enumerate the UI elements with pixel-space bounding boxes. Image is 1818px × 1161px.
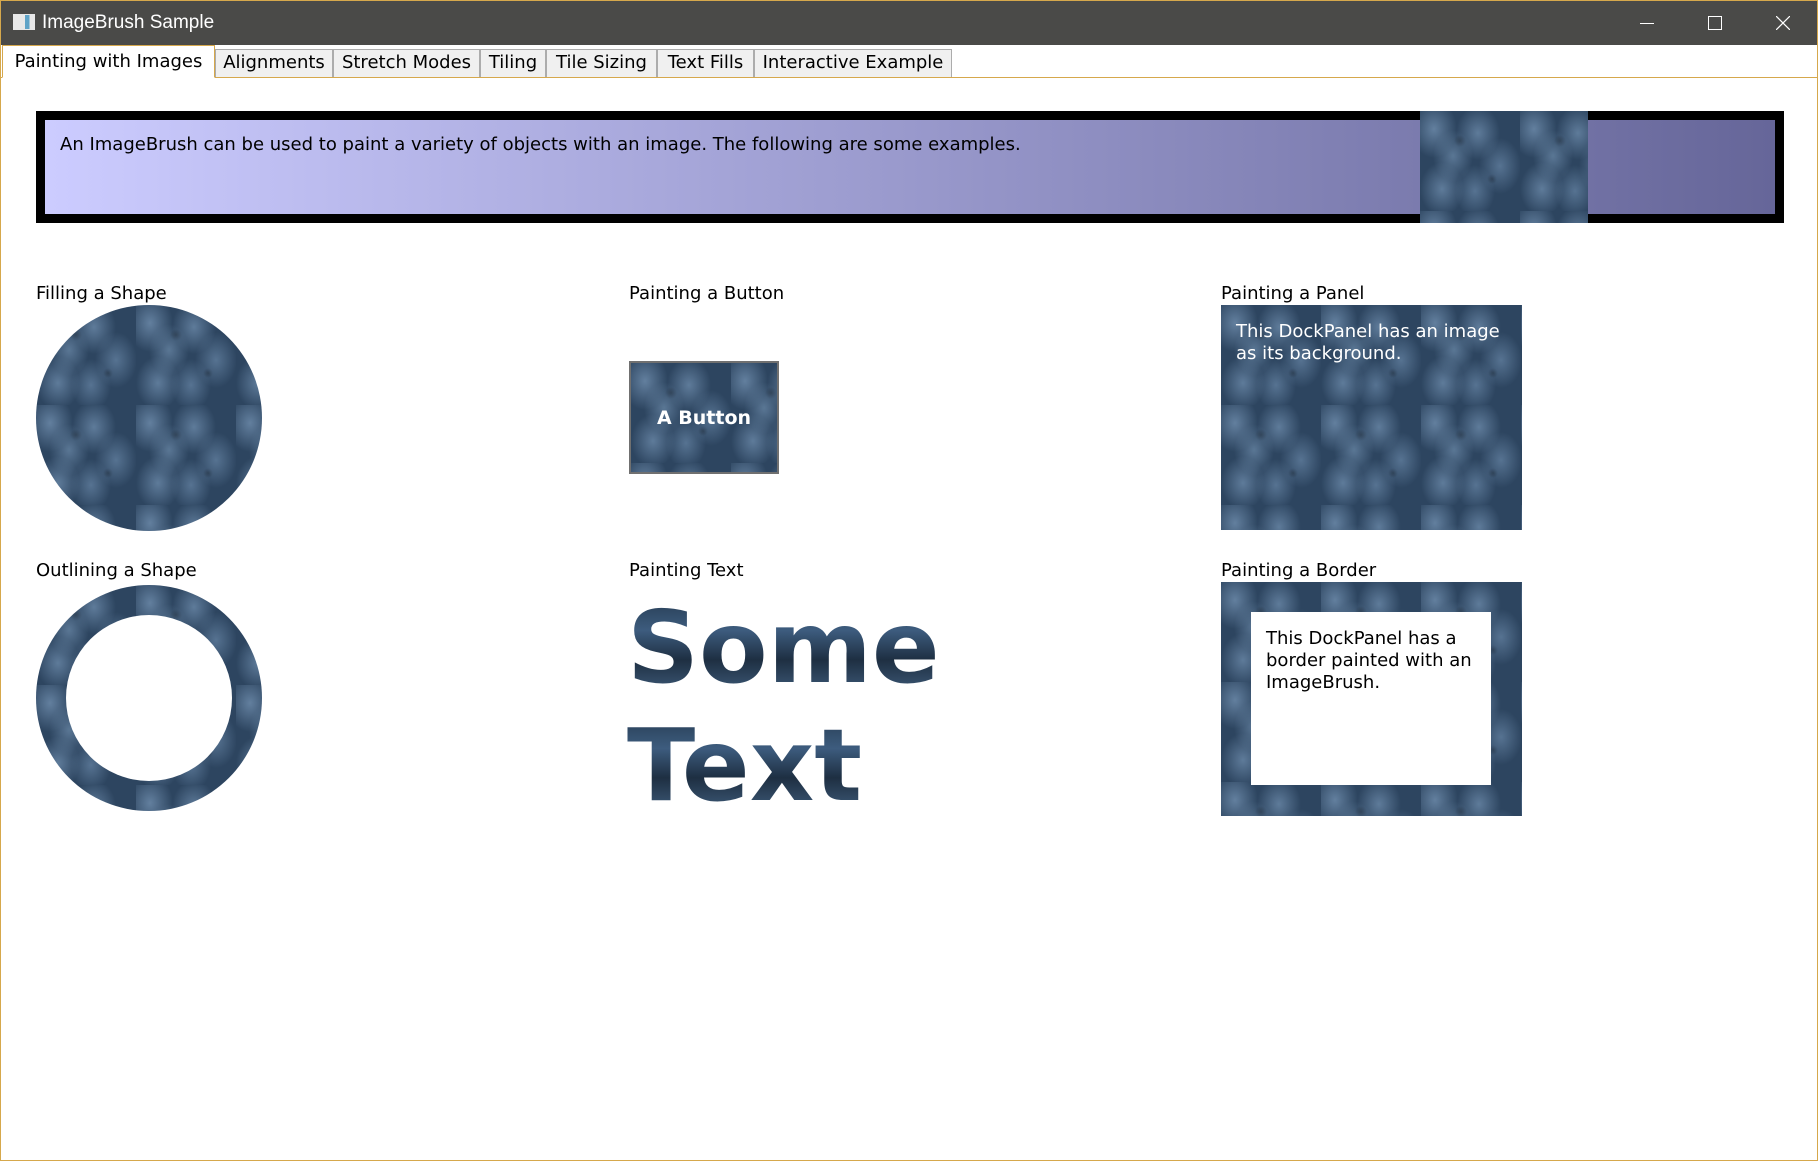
app-window: ImageBrush Sample Painting with Images A… [0,0,1818,1161]
painting-button-label: Painting a Button [629,283,785,304]
tab-text-fills[interactable]: Text Fills [657,49,754,77]
painting-text-label: Painting Text [629,560,744,581]
title-bar[interactable]: ImageBrush Sample [1,1,1817,45]
maximize-button[interactable] [1681,1,1749,45]
border-inner-panel: This DockPanel has a border painted with… [1251,612,1491,785]
painting-border-label: Painting a Border [1221,560,1377,581]
tab-stretch-modes[interactable]: Stretch Modes [333,49,480,77]
tab-interactive-example[interactable]: Interactive Example [754,49,952,77]
banner-grape-image [1420,111,1588,223]
border-panel-text: This DockPanel has a border painted with… [1266,628,1472,693]
image-border-panel: This DockPanel has a border painted with… [1221,582,1522,816]
maximize-icon [1708,16,1722,30]
image-brush-button-label: A Button [656,406,752,429]
tab-alignments[interactable]: Alignments [215,49,333,77]
window-icon [13,14,35,30]
tab-tiling[interactable]: Tiling [480,49,546,77]
filled-ellipse [36,305,262,531]
close-icon [1776,16,1790,30]
filling-shape-label: Filling a Shape [36,283,167,304]
outlined-ellipse-hole [66,615,232,781]
painting-panel-label: Painting a Panel [1221,283,1365,304]
intro-text: An ImageBrush can be used to paint a var… [60,134,1021,155]
minimize-icon [1640,23,1654,24]
minimize-button[interactable] [1613,1,1681,45]
painted-text-line-2: Text [627,707,863,824]
outlined-ellipse [36,585,262,811]
image-brush-button[interactable]: A Button [629,361,779,474]
tab-painting-with-images[interactable]: Painting with Images [2,45,215,78]
painted-text-line-1: Some [627,589,940,706]
close-button[interactable] [1749,1,1817,45]
outlining-shape-label: Outlining a Shape [36,560,197,581]
tab-strip: Painting with Images Alignments Stretch … [1,45,1817,78]
panel-text: This DockPanel has an image as its backg… [1236,321,1500,364]
window-title: ImageBrush Sample [42,12,215,33]
tab-tile-sizing[interactable]: Tile Sizing [546,49,657,77]
image-background-panel: This DockPanel has an image as its backg… [1221,305,1522,530]
